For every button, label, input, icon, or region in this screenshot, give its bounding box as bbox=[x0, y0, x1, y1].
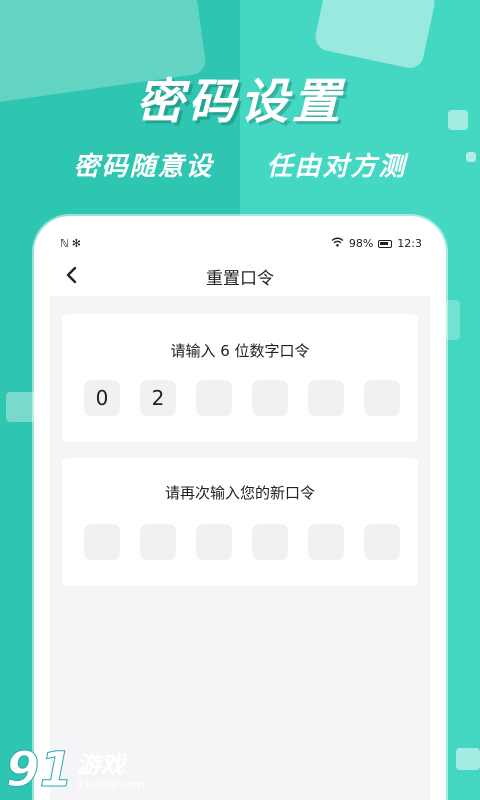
status-time: 12:3 bbox=[397, 237, 422, 250]
digit-box[interactable] bbox=[364, 524, 400, 560]
site-watermark: 91 游戏 91danji.com bbox=[6, 742, 145, 798]
phone-frame: ℕ✻ 98% 12:3 重置口令 请输入 6 位数字口令 0 2 请再次输入您的… bbox=[34, 216, 446, 800]
digit-box[interactable] bbox=[252, 524, 288, 560]
confirm-passcode-card: 请再次输入您的新口令 bbox=[62, 458, 418, 586]
digit-box[interactable] bbox=[308, 380, 344, 416]
promo-sub-left: 密码随意设 bbox=[73, 152, 214, 182]
promo-sub-right: 任由对方测 bbox=[266, 152, 407, 182]
digit-box[interactable] bbox=[364, 380, 400, 416]
passcode-digits[interactable]: 0 2 bbox=[84, 380, 400, 416]
digit-box[interactable] bbox=[196, 524, 232, 560]
digit-box[interactable]: 2 bbox=[140, 380, 176, 416]
digit-box[interactable] bbox=[196, 380, 232, 416]
status-left-icons: ℕ✻ bbox=[60, 237, 85, 250]
watermark-name: 游戏 bbox=[76, 751, 125, 779]
confirm-passcode-digits[interactable] bbox=[84, 524, 400, 560]
promo-headline: 密码设置 bbox=[135, 74, 344, 130]
nav-bar: 重置口令 bbox=[50, 256, 430, 296]
digit-box[interactable] bbox=[84, 524, 120, 560]
phone-screen: ℕ✻ 98% 12:3 重置口令 请输入 6 位数字口令 0 2 请再次输入您的… bbox=[50, 232, 430, 800]
status-bar: ℕ✻ 98% 12:3 bbox=[50, 232, 430, 256]
decor-shape bbox=[456, 748, 480, 770]
watermark-url: 91danji.com bbox=[76, 778, 145, 791]
digit-box[interactable]: 0 bbox=[84, 380, 120, 416]
digit-box[interactable] bbox=[308, 524, 344, 560]
digit-box[interactable] bbox=[252, 380, 288, 416]
passcode-prompt: 请输入 6 位数字口令 bbox=[170, 342, 310, 360]
digit-box[interactable] bbox=[140, 524, 176, 560]
battery-percent: 98% bbox=[348, 237, 374, 250]
passcode-card: 请输入 6 位数字口令 0 2 bbox=[62, 314, 418, 442]
watermark-number: 91 bbox=[6, 742, 74, 798]
confirm-passcode-prompt: 请再次输入您的新口令 bbox=[164, 484, 315, 502]
back-arrow-icon[interactable] bbox=[62, 264, 82, 286]
page-title: 重置口令 bbox=[206, 268, 274, 289]
promo-subline: 密码随意设 任由对方测 bbox=[0, 146, 480, 183]
wifi-icon bbox=[331, 237, 344, 250]
status-right: 98% 12:3 bbox=[331, 237, 422, 250]
battery-icon bbox=[378, 239, 393, 248]
